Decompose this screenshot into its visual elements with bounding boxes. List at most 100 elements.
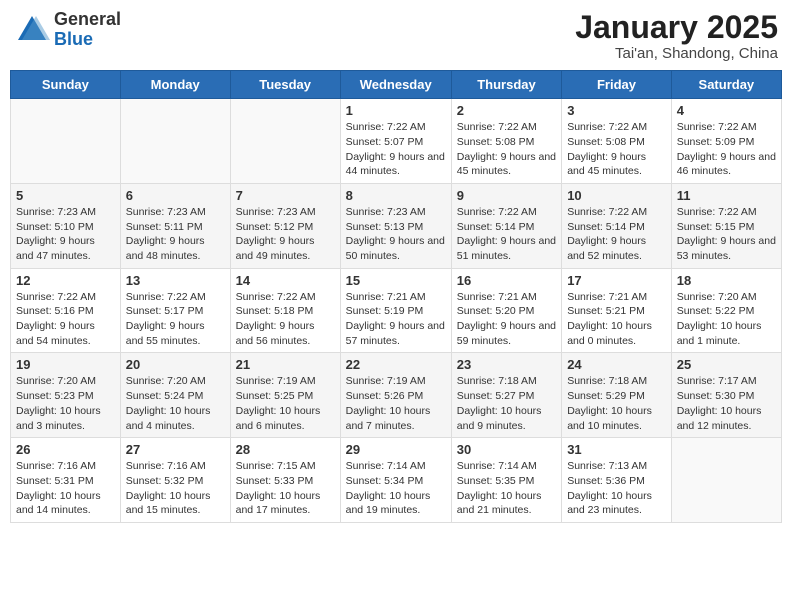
calendar-cell: 18Sunrise: 7:20 AM Sunset: 5:22 PM Dayli… bbox=[671, 268, 781, 353]
calendar-cell: 11 Sunrise: 7:22 AM Sunset: 5:15 PM Dayli… bbox=[671, 183, 781, 268]
logo-icon bbox=[14, 12, 50, 48]
day-info: Sunrise: 7:20 AM Sunset: 5:24 PM Dayligh… bbox=[126, 374, 225, 433]
day-number: 17 bbox=[567, 273, 666, 288]
day-info: Sunrise: 7:22 AM Sunset: 5:07 PM Dayligh… bbox=[346, 120, 446, 179]
calendar-cell: 7 Sunrise: 7:23 AM Sunset: 5:12 PM Daylig… bbox=[230, 183, 340, 268]
calendar-cell: 17 Sunrise: 7:21 AM Sunset: 5:21 PM Dayli… bbox=[562, 268, 672, 353]
day-info: Sunrise: 7:17 AM Sunset: 5:30 PM Dayligh… bbox=[677, 374, 776, 433]
calendar-cell: 3Sunrise: 7:22 AM Sunset: 5:08 PM Daylig… bbox=[562, 99, 672, 184]
day-number: 21 bbox=[236, 357, 335, 372]
day-header-sunday: Sunday bbox=[11, 71, 121, 99]
day-info: Sunrise: 7:22 AM Sunset: 5:15 PM Dayligh… bbox=[677, 205, 776, 264]
calendar-cell: 1 Sunrise: 7:22 AM Sunset: 5:07 PM Daylig… bbox=[340, 99, 451, 184]
day-number: 5 bbox=[16, 188, 115, 203]
day-number: 28 bbox=[236, 442, 335, 457]
day-number: 31 bbox=[567, 442, 666, 457]
day-info: Sunrise: 7:19 AM Sunset: 5:25 PM Dayligh… bbox=[236, 374, 335, 433]
calendar-cell: 19Sunrise: 7:20 AM Sunset: 5:23 PM Dayli… bbox=[11, 353, 121, 438]
day-number: 13 bbox=[126, 273, 225, 288]
day-info: Sunrise: 7:22 AM Sunset: 5:08 PM Dayligh… bbox=[457, 120, 556, 179]
day-info: Sunrise: 7:22 AM Sunset: 5:14 PM Dayligh… bbox=[567, 205, 666, 264]
calendar-cell: 12 Sunrise: 7:22 AM Sunset: 5:16 PM Dayli… bbox=[11, 268, 121, 353]
day-number: 14 bbox=[236, 273, 335, 288]
calendar-cell bbox=[230, 99, 340, 184]
page-header: General Blue January 2025 Tai'an, Shando… bbox=[10, 10, 782, 62]
day-info: Sunrise: 7:23 AM Sunset: 5:12 PM Dayligh… bbox=[236, 205, 335, 264]
day-info: Sunrise: 7:23 AM Sunset: 5:11 PM Dayligh… bbox=[126, 205, 225, 264]
day-info: Sunrise: 7:22 AM Sunset: 5:09 PM Dayligh… bbox=[677, 120, 776, 179]
day-number: 6 bbox=[126, 188, 225, 203]
day-number: 15 bbox=[346, 273, 446, 288]
day-number: 4 bbox=[677, 103, 776, 118]
day-number: 27 bbox=[126, 442, 225, 457]
calendar-cell: 16 Sunrise: 7:21 AM Sunset: 5:20 PM Dayli… bbox=[451, 268, 561, 353]
calendar-cell: 8Sunrise: 7:23 AM Sunset: 5:13 PM Daylig… bbox=[340, 183, 451, 268]
calendar-cell: 14Sunrise: 7:22 AM Sunset: 5:18 PM Dayli… bbox=[230, 268, 340, 353]
day-header-friday: Friday bbox=[562, 71, 672, 99]
calendar-header-row: SundayMondayTuesdayWednesdayThursdayFrid… bbox=[11, 71, 782, 99]
day-info: Sunrise: 7:19 AM Sunset: 5:26 PM Dayligh… bbox=[346, 374, 446, 433]
calendar-cell bbox=[120, 99, 230, 184]
calendar-table: SundayMondayTuesdayWednesdayThursdayFrid… bbox=[10, 70, 782, 523]
calendar-cell: 23 Sunrise: 7:18 AM Sunset: 5:27 PM Dayli… bbox=[451, 353, 561, 438]
calendar-cell: 6 Sunrise: 7:23 AM Sunset: 5:11 PM Daylig… bbox=[120, 183, 230, 268]
calendar-week-row: 26 Sunrise: 7:16 AM Sunset: 5:31 PM Dayli… bbox=[11, 438, 782, 523]
calendar-cell: 20 Sunrise: 7:20 AM Sunset: 5:24 PM Dayli… bbox=[120, 353, 230, 438]
day-number: 29 bbox=[346, 442, 446, 457]
calendar-week-row: 5 Sunrise: 7:23 AM Sunset: 5:10 PM Daylig… bbox=[11, 183, 782, 268]
day-info: Sunrise: 7:22 AM Sunset: 5:17 PM Dayligh… bbox=[126, 290, 225, 349]
day-info: Sunrise: 7:22 AM Sunset: 5:16 PM Dayligh… bbox=[16, 290, 115, 349]
day-header-wednesday: Wednesday bbox=[340, 71, 451, 99]
calendar-cell bbox=[11, 99, 121, 184]
day-info: Sunrise: 7:16 AM Sunset: 5:31 PM Dayligh… bbox=[16, 459, 115, 518]
day-info: Sunrise: 7:22 AM Sunset: 5:08 PM Dayligh… bbox=[567, 120, 666, 179]
day-info: Sunrise: 7:22 AM Sunset: 5:14 PM Dayligh… bbox=[457, 205, 556, 264]
day-number: 9 bbox=[457, 188, 556, 203]
calendar-cell: 4 Sunrise: 7:22 AM Sunset: 5:09 PM Daylig… bbox=[671, 99, 781, 184]
day-number: 25 bbox=[677, 357, 776, 372]
calendar-cell: 30 Sunrise: 7:14 AM Sunset: 5:35 PM Dayli… bbox=[451, 438, 561, 523]
day-number: 18 bbox=[677, 273, 776, 288]
day-info: Sunrise: 7:21 AM Sunset: 5:20 PM Dayligh… bbox=[457, 290, 556, 349]
day-info: Sunrise: 7:14 AM Sunset: 5:35 PM Dayligh… bbox=[457, 459, 556, 518]
day-info: Sunrise: 7:13 AM Sunset: 5:36 PM Dayligh… bbox=[567, 459, 666, 518]
title-area: January 2025 Tai'an, Shandong, China bbox=[575, 10, 778, 62]
location-subtitle: Tai'an, Shandong, China bbox=[575, 45, 778, 62]
day-info: Sunrise: 7:14 AM Sunset: 5:34 PM Dayligh… bbox=[346, 459, 446, 518]
day-number: 22 bbox=[346, 357, 446, 372]
day-number: 1 bbox=[346, 103, 446, 118]
day-number: 2 bbox=[457, 103, 556, 118]
day-info: Sunrise: 7:20 AM Sunset: 5:23 PM Dayligh… bbox=[16, 374, 115, 433]
calendar-week-row: 1 Sunrise: 7:22 AM Sunset: 5:07 PM Daylig… bbox=[11, 99, 782, 184]
calendar-cell: 24 Sunrise: 7:18 AM Sunset: 5:29 PM Dayli… bbox=[562, 353, 672, 438]
calendar-cell: 31 Sunrise: 7:13 AM Sunset: 5:36 PM Dayli… bbox=[562, 438, 672, 523]
calendar-cell: 26 Sunrise: 7:16 AM Sunset: 5:31 PM Dayli… bbox=[11, 438, 121, 523]
logo-blue: Blue bbox=[54, 30, 121, 50]
day-number: 24 bbox=[567, 357, 666, 372]
day-number: 7 bbox=[236, 188, 335, 203]
day-info: Sunrise: 7:21 AM Sunset: 5:19 PM Dayligh… bbox=[346, 290, 446, 349]
calendar-cell: 9 Sunrise: 7:22 AM Sunset: 5:14 PM Daylig… bbox=[451, 183, 561, 268]
day-header-thursday: Thursday bbox=[451, 71, 561, 99]
calendar-cell: 28 Sunrise: 7:15 AM Sunset: 5:33 PM Dayli… bbox=[230, 438, 340, 523]
day-number: 23 bbox=[457, 357, 556, 372]
calendar-cell: 29 Sunrise: 7:14 AM Sunset: 5:34 PM Dayli… bbox=[340, 438, 451, 523]
day-info: Sunrise: 7:15 AM Sunset: 5:33 PM Dayligh… bbox=[236, 459, 335, 518]
calendar-week-row: 19Sunrise: 7:20 AM Sunset: 5:23 PM Dayli… bbox=[11, 353, 782, 438]
day-info: Sunrise: 7:23 AM Sunset: 5:10 PM Dayligh… bbox=[16, 205, 115, 264]
day-header-saturday: Saturday bbox=[671, 71, 781, 99]
day-number: 16 bbox=[457, 273, 556, 288]
day-info: Sunrise: 7:18 AM Sunset: 5:27 PM Dayligh… bbox=[457, 374, 556, 433]
day-number: 10 bbox=[567, 188, 666, 203]
day-number: 11 bbox=[677, 188, 776, 203]
logo: General Blue bbox=[14, 10, 121, 50]
day-number: 26 bbox=[16, 442, 115, 457]
day-info: Sunrise: 7:18 AM Sunset: 5:29 PM Dayligh… bbox=[567, 374, 666, 433]
day-info: Sunrise: 7:21 AM Sunset: 5:21 PM Dayligh… bbox=[567, 290, 666, 349]
calendar-cell: 27Sunrise: 7:16 AM Sunset: 5:32 PM Dayli… bbox=[120, 438, 230, 523]
day-number: 20 bbox=[126, 357, 225, 372]
day-number: 30 bbox=[457, 442, 556, 457]
day-number: 12 bbox=[16, 273, 115, 288]
calendar-cell: 10 Sunrise: 7:22 AM Sunset: 5:14 PM Dayli… bbox=[562, 183, 672, 268]
calendar-cell: 15 Sunrise: 7:21 AM Sunset: 5:19 PM Dayli… bbox=[340, 268, 451, 353]
